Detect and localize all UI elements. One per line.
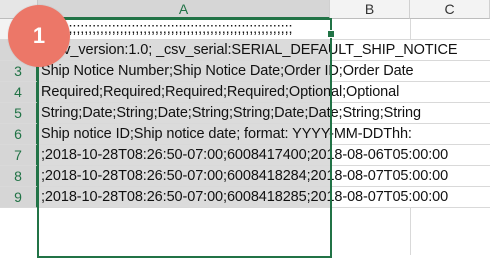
row-header-4[interactable]: 4 (0, 82, 38, 103)
row-header-9[interactable]: 9 (0, 187, 38, 208)
cell-text: _csv_version:1.0; _csv_serial:SERIAL_DEF… (41, 42, 458, 58)
table-row[interactable]: String;Date;String;Date;String;String;Da… (38, 103, 490, 124)
table-row[interactable]: ;2018-10-28T08:26:50-07:00;6008418284;20… (38, 166, 490, 187)
cell-text: Ship notice ID;Ship notice date; format:… (41, 126, 412, 142)
fill-handle[interactable] (327, 30, 335, 38)
column-header-b[interactable]: B (330, 0, 410, 19)
table-row[interactable]: _csv_version:1.0; _csv_serial:SERIAL_DEF… (38, 40, 490, 61)
column-header-a[interactable]: A (38, 0, 330, 19)
cell-text: Ship Notice Number;Ship Notice Date;Orde… (41, 63, 414, 79)
row-header-6[interactable]: 6 (0, 124, 38, 145)
column-header-c[interactable]: C (410, 0, 490, 19)
cell-text: ;2018-10-28T08:26:50-07:00;6008418285;20… (41, 189, 449, 205)
cell-text: ;2018-10-28T08:26:50-07:00;6008417400;20… (41, 147, 449, 163)
step-number: 1 (32, 23, 46, 48)
spreadsheet-grid: A B C 1 ;;;;;;;;;;;;;;;;;;;;;;;;;;;;;;;;… (0, 0, 490, 258)
cell-text: ;2018-10-28T08:26:50-07:00;6008418284;20… (41, 168, 449, 184)
table-row[interactable]: Ship Notice Number;Ship Notice Date;Orde… (38, 61, 490, 82)
table-row[interactable]: Ship notice ID;Ship notice date; format:… (38, 124, 490, 145)
table-row[interactable]: Required;Required;Required;Required;Opti… (38, 82, 490, 103)
cell-text: Required;Required;Required;Required;Opti… (41, 84, 400, 100)
row-header-8[interactable]: 8 (0, 166, 38, 187)
cell-text: ;;;;;;;;;;;;;;;;;;;;;;;;;;;;;;;;;;;;;;;;… (41, 21, 293, 37)
table-row[interactable]: ;2018-10-28T08:26:50-07:00;6008418285;20… (38, 187, 490, 208)
table-row[interactable]: ;;;;;;;;;;;;;;;;;;;;;;;;;;;;;;;;;;;;;;;;… (38, 19, 490, 40)
step-number-badge: 1 (8, 5, 70, 67)
cell-text: String;Date;String;Date;String;String;Da… (41, 105, 421, 121)
table-row[interactable]: ;2018-10-28T08:26:50-07:00;6008417400;20… (38, 145, 490, 166)
row-header-5[interactable]: 5 (0, 103, 38, 124)
row-header-7[interactable]: 7 (0, 145, 38, 166)
